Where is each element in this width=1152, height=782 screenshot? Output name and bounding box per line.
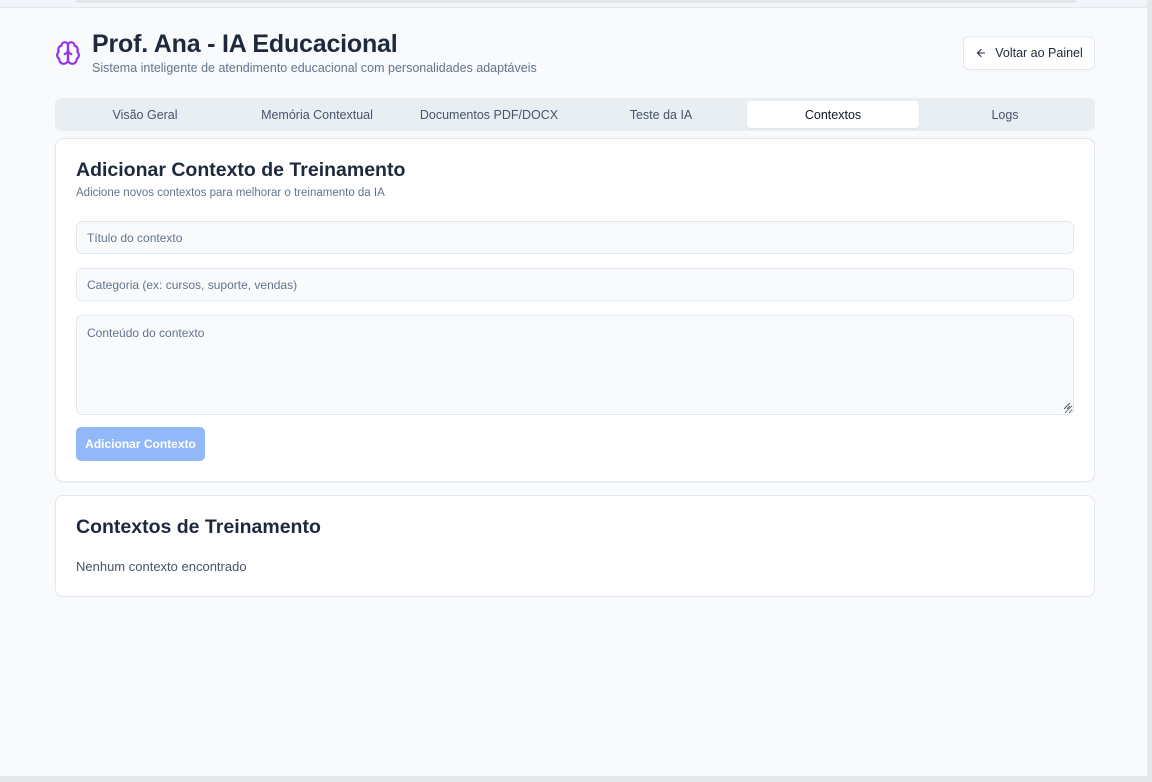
back-to-dashboard-button[interactable]: Voltar ao Painel [963, 36, 1095, 70]
page-title: Prof. Ana - IA Educacional [92, 30, 398, 58]
page-subtitle: Sistema inteligente de atendimento educa… [92, 61, 537, 75]
add-context-button[interactable]: Adicionar Contexto [76, 427, 205, 461]
add-context-card: Adicionar Contexto de Treinamento Adicio… [55, 138, 1095, 482]
tab-teste-ia[interactable]: Teste da IA [575, 101, 747, 128]
brain-icon [56, 41, 80, 65]
window-edge-bottom [0, 776, 1152, 782]
add-context-description: Adicione novos contextos para melhorar o… [76, 187, 385, 199]
page-header: Prof. Ana - IA Educacional Sistema intel… [55, 30, 1095, 98]
add-context-title: Adicionar Contexto de Treinamento [76, 159, 406, 181]
tab-bar: Visão Geral Memória Contextual Documento… [55, 98, 1095, 131]
context-title-input[interactable] [76, 221, 1074, 254]
context-category-input[interactable] [76, 268, 1074, 301]
empty-state-message: Nenhum contexto encontrado [76, 559, 247, 574]
context-list-card: Contextos de Treinamento Nenhum contexto… [55, 495, 1095, 597]
top-strip-bar [75, 0, 1077, 3]
tab-documentos[interactable]: Documentos PDF/DOCX [403, 101, 575, 128]
context-content-textarea[interactable] [76, 315, 1074, 415]
tab-logs[interactable]: Logs [919, 101, 1091, 128]
context-list-title: Contextos de Treinamento [76, 516, 321, 538]
window-edge-right [1147, 0, 1152, 782]
back-button-label: Voltar ao Painel [995, 46, 1083, 60]
tab-visao-geral[interactable]: Visão Geral [59, 101, 231, 128]
top-strip [0, 0, 1147, 8]
tab-contextos[interactable]: Contextos [747, 101, 919, 128]
resize-grip-icon[interactable] [1063, 402, 1071, 410]
main-container: Prof. Ana - IA Educacional Sistema intel… [55, 30, 1095, 597]
tab-memoria-contextual[interactable]: Memória Contextual [231, 101, 403, 128]
arrow-left-icon [977, 48, 986, 58]
